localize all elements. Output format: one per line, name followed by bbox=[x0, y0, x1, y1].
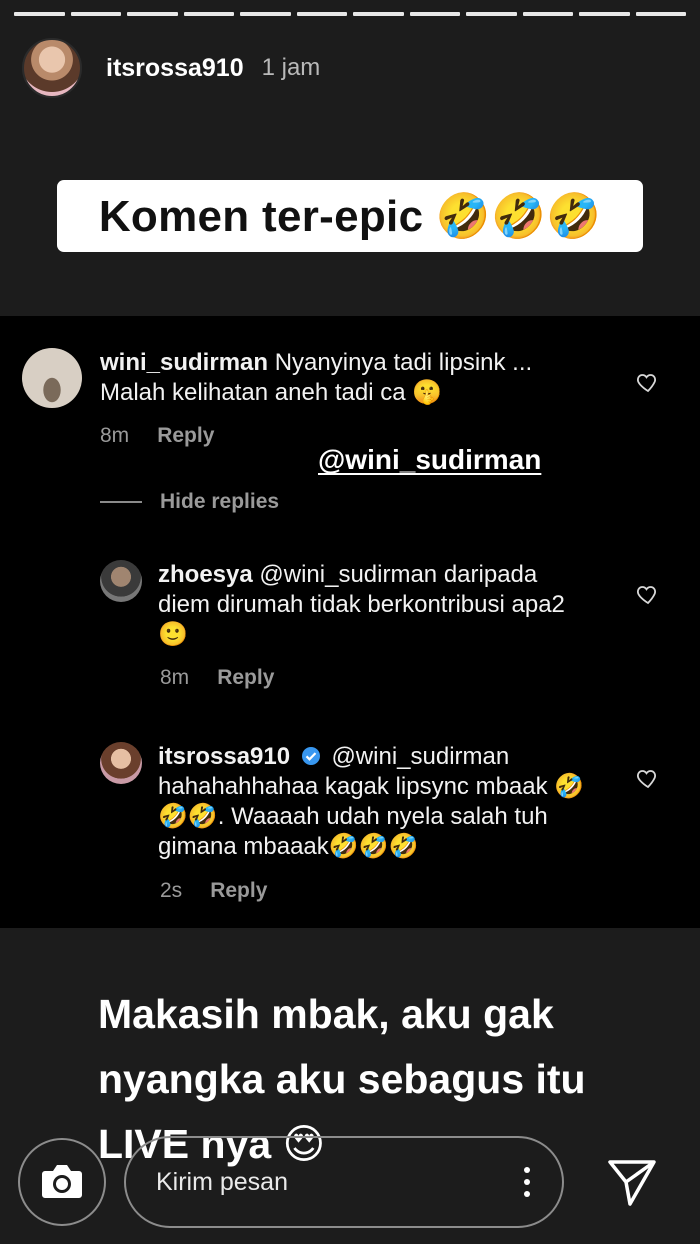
comment-meta: 8m Reply bbox=[160, 666, 274, 690]
message-placeholder: Kirim pesan bbox=[156, 1167, 288, 1196]
comment-age: 2s bbox=[160, 879, 183, 902]
story-title-text: Komen ter-epic 🤣🤣🤣 bbox=[98, 192, 602, 241]
story-progress-bar bbox=[14, 12, 686, 16]
progress-segment bbox=[579, 12, 630, 16]
comment-age: 8m bbox=[100, 424, 130, 447]
hide-replies-label: Hide replies bbox=[160, 490, 280, 513]
avatar[interactable] bbox=[22, 38, 82, 98]
verified-badge-icon bbox=[301, 747, 320, 765]
heart-icon[interactable] bbox=[636, 766, 660, 790]
progress-segment bbox=[466, 12, 517, 16]
progress-segment bbox=[183, 12, 234, 16]
reply-button[interactable]: Reply bbox=[217, 666, 274, 689]
comment-age: 8m bbox=[160, 666, 190, 689]
message-input[interactable]: Kirim pesan bbox=[124, 1136, 564, 1228]
reply-button[interactable]: Reply bbox=[157, 424, 214, 447]
comment-text: Malah kelihatan aneh tadi ca 🤫 bbox=[100, 379, 443, 406]
camera-button[interactable] bbox=[18, 1138, 106, 1226]
heart-icon[interactable] bbox=[636, 582, 660, 606]
more-vertical-icon[interactable] bbox=[524, 1167, 530, 1197]
comment-3: itsrossa910 @wini_sudirman hahahahhahaa … bbox=[100, 742, 598, 862]
story-username[interactable]: itsrossa910 bbox=[106, 54, 244, 83]
avatar bbox=[22, 348, 82, 408]
comment-meta: 2s Reply bbox=[160, 879, 267, 903]
comment-username: wini_sudirman bbox=[100, 349, 269, 376]
progress-segment bbox=[296, 12, 347, 16]
progress-segment bbox=[353, 12, 404, 16]
story-header: itsrossa910 1 jam bbox=[22, 38, 320, 98]
divider bbox=[100, 501, 142, 503]
avatar bbox=[100, 560, 142, 602]
mention-tag-text: @wini_sudirman bbox=[318, 444, 542, 475]
progress-segment bbox=[635, 12, 686, 16]
progress-segment bbox=[409, 12, 460, 16]
avatar bbox=[100, 742, 142, 784]
comment-1: wini_sudirman Nyanyinya tadi lipsink ...… bbox=[22, 348, 600, 408]
heart-icon[interactable] bbox=[636, 370, 660, 394]
reply-button[interactable]: Reply bbox=[210, 879, 267, 902]
comment-username: zhoesya bbox=[158, 561, 253, 588]
progress-segment bbox=[522, 12, 573, 16]
progress-segment bbox=[127, 12, 178, 16]
progress-segment bbox=[14, 12, 65, 16]
comment-2: zhoesya @wini_sudirman daripada diem dir… bbox=[100, 560, 578, 650]
camera-icon bbox=[42, 1165, 82, 1198]
comment-text: Nyanyinya tadi lipsink ... bbox=[274, 349, 533, 376]
comment-meta: 8m Reply bbox=[100, 424, 214, 448]
hide-replies-toggle[interactable]: Hide replies bbox=[100, 490, 279, 514]
comments-screenshot: wini_sudirman Nyanyinya tadi lipsink ...… bbox=[0, 316, 700, 928]
comment-username: itsrossa910 bbox=[158, 743, 291, 770]
reply-bar: Kirim pesan bbox=[0, 1132, 700, 1244]
story-title-sticker: Komen ter-epic 🤣🤣🤣 bbox=[57, 180, 643, 252]
send-icon[interactable] bbox=[606, 1158, 658, 1208]
progress-segment bbox=[70, 12, 121, 16]
mention-tag[interactable]: @wini_sudirman bbox=[318, 444, 541, 476]
story-time: 1 jam bbox=[261, 54, 321, 81]
progress-segment bbox=[240, 12, 291, 16]
